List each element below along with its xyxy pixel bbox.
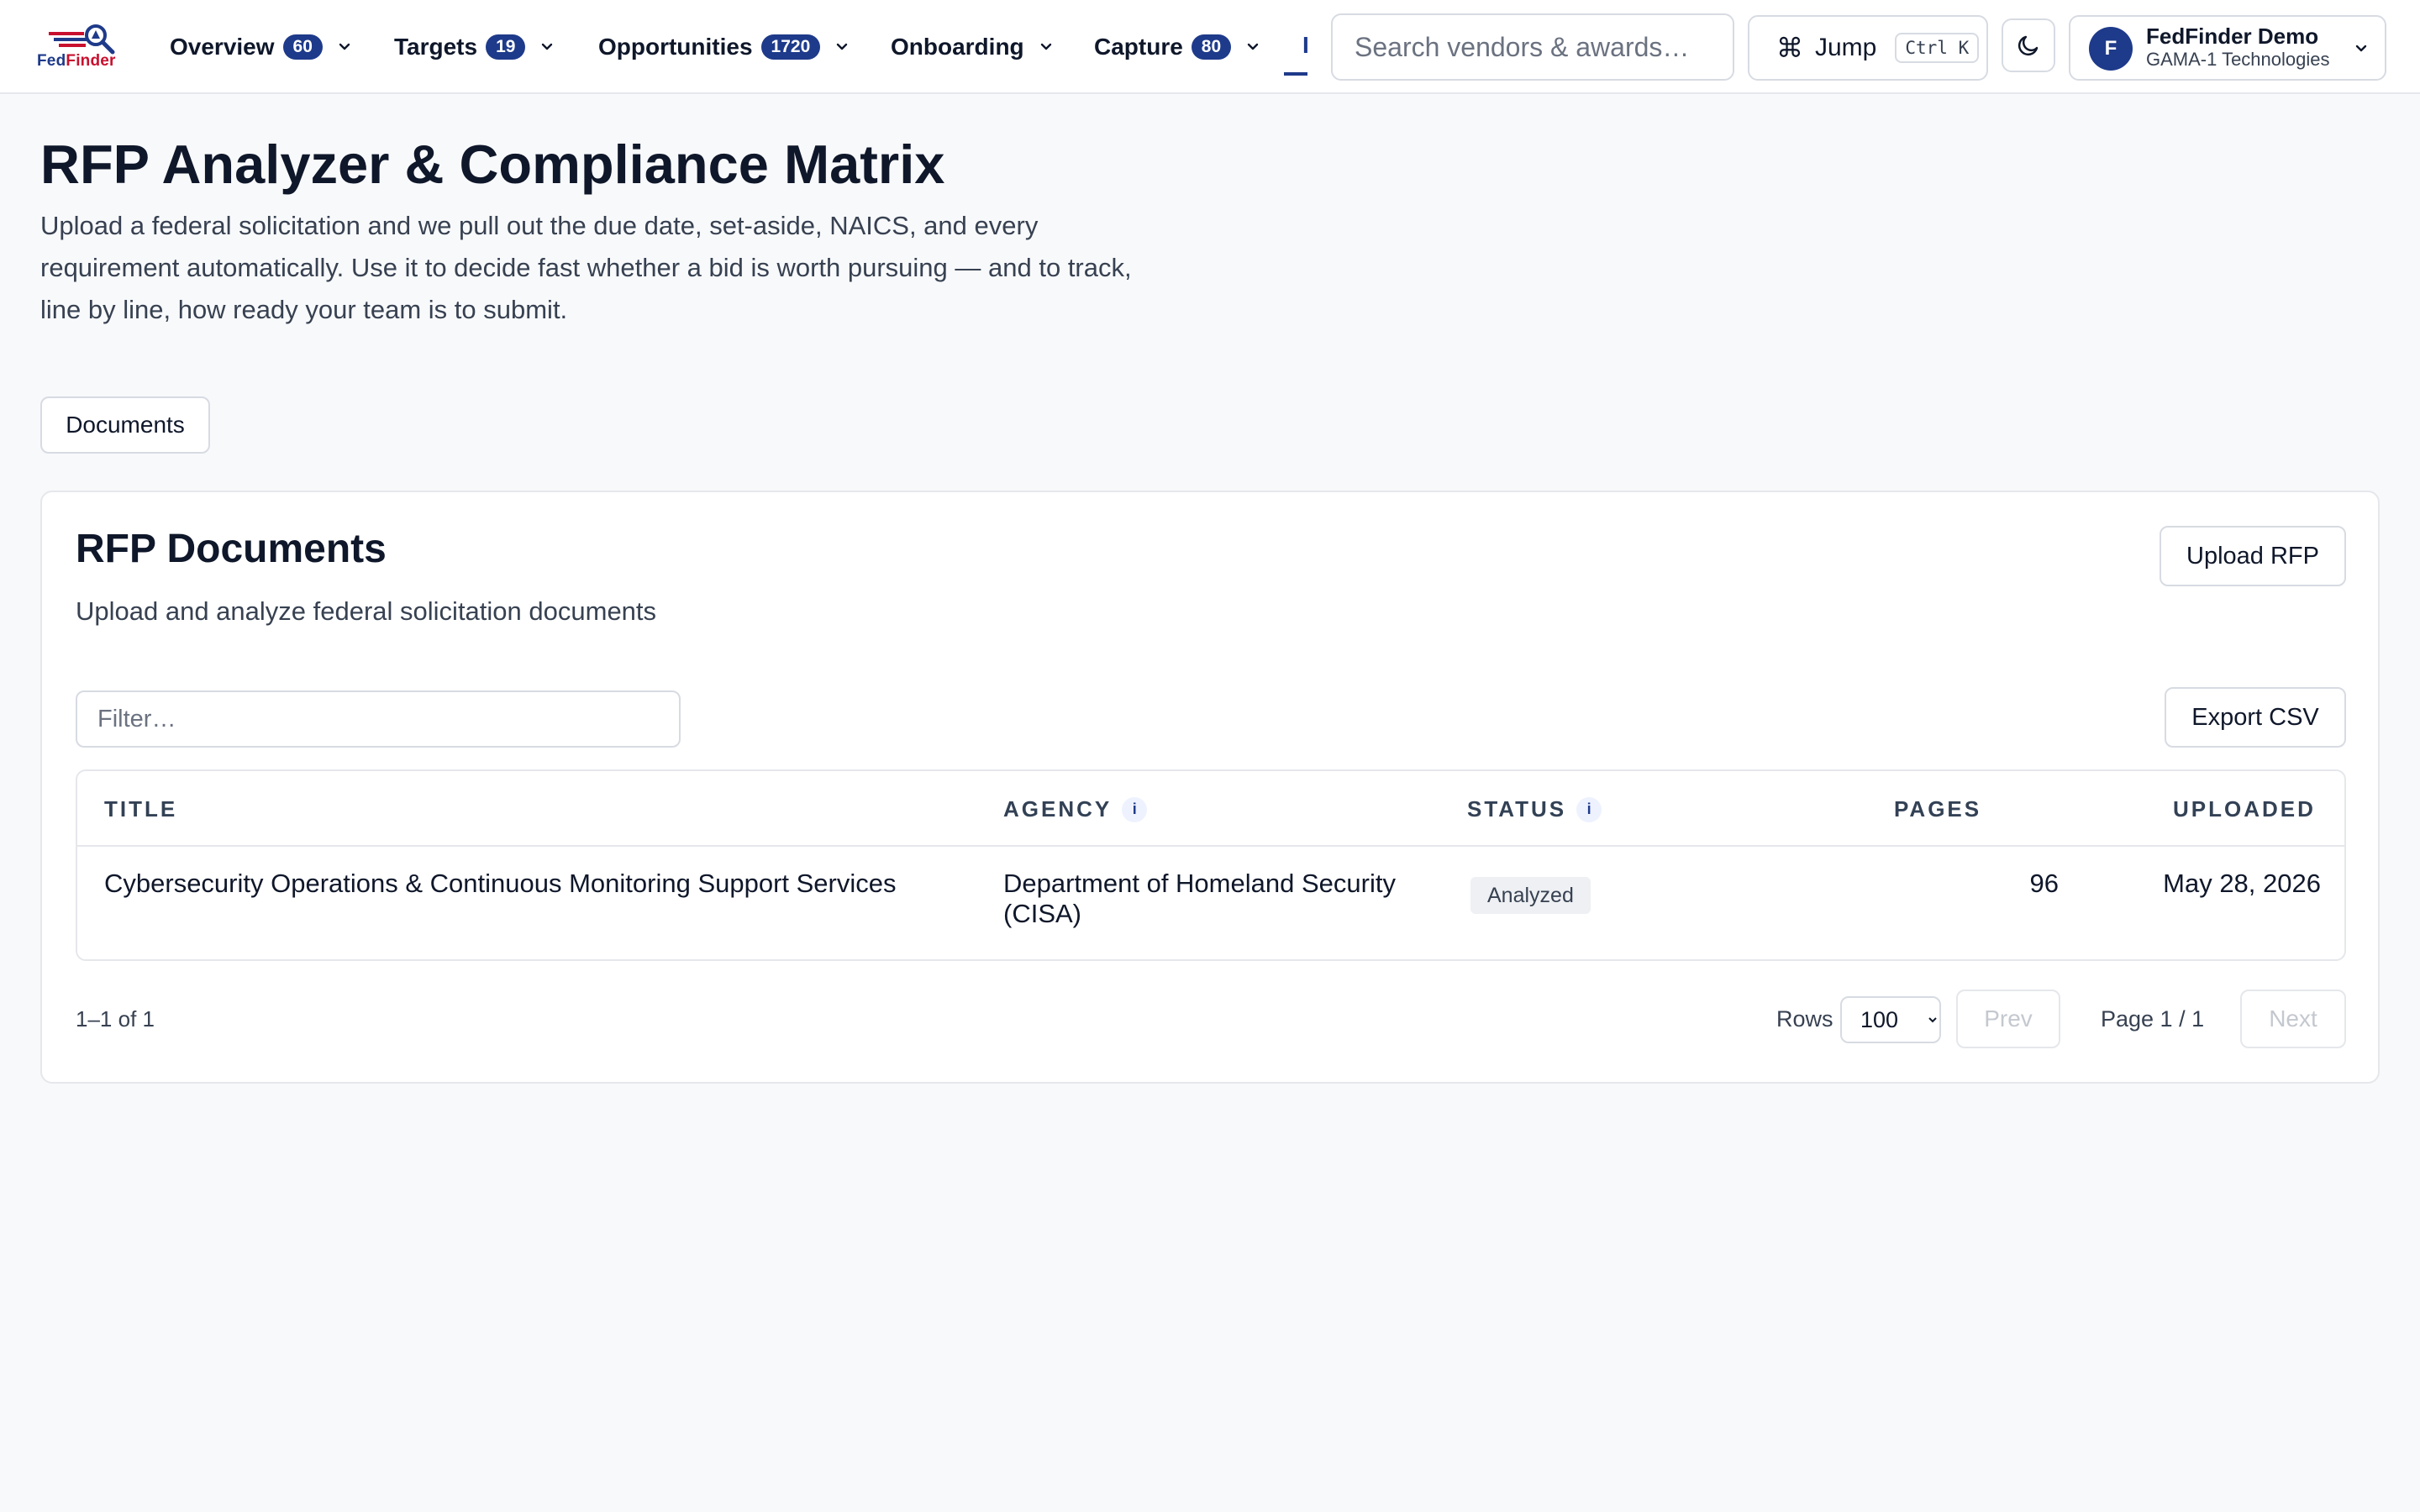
column-header-title[interactable]: TITLE xyxy=(104,796,177,822)
search-input[interactable] xyxy=(1331,13,1734,81)
nav-targets-label: Targets xyxy=(394,34,478,60)
nav-active-truncated[interactable]: I xyxy=(1284,0,1307,94)
info-icon[interactable]: i xyxy=(1122,796,1148,822)
active-tab-underline xyxy=(1284,72,1307,76)
nav-onboarding-label: Onboarding xyxy=(891,34,1024,60)
column-header-agency-label: AGENCY xyxy=(1003,796,1113,822)
column-header-agency[interactable]: AGENCY i xyxy=(1003,796,1148,822)
rows-per-page-select[interactable]: 100 xyxy=(1840,996,1941,1043)
account-name: FedFinder Demo xyxy=(2146,24,2319,49)
filter-input[interactable] xyxy=(76,690,681,748)
moon-icon xyxy=(2018,35,2039,56)
nav-active-truncated-label: I xyxy=(1302,32,1307,58)
column-header-pages-label: PAGES xyxy=(1894,796,1982,822)
account-org: GAMA-1 Technologies xyxy=(2146,49,2330,70)
documents-table: TITLE AGENCY i STATUS i PAGES UPLOADED C… xyxy=(76,769,2346,961)
column-header-status[interactable]: STATUS i xyxy=(1467,796,1602,822)
jump-label: Jump xyxy=(1815,34,1877,61)
table-header: TITLE AGENCY i STATUS i PAGES UPLOADED xyxy=(77,771,2344,847)
chevron-down-icon xyxy=(1040,43,1051,50)
nav-overview-badge: 60 xyxy=(282,34,323,60)
command-icon: ⌘ xyxy=(1776,33,1803,63)
rows-label: Rows xyxy=(1776,1006,1833,1032)
row-title[interactable]: Cybersecurity Operations & Continuous Mo… xyxy=(104,869,978,899)
nav-opportunities[interactable]: Opportunities 1720 xyxy=(598,0,850,94)
nav-onboarding[interactable]: Onboarding xyxy=(891,0,1055,94)
result-count: 1–1 of 1 xyxy=(76,1006,155,1032)
row-pages: 96 xyxy=(2029,869,2059,898)
logo-icon xyxy=(49,24,115,55)
nav-targets[interactable]: Targets 19 xyxy=(394,0,555,94)
avatar: F xyxy=(2089,27,2133,71)
nav-targets-badge: 19 xyxy=(486,34,526,60)
nav-capture-label: Capture xyxy=(1094,34,1183,60)
chevron-down-icon xyxy=(2355,45,2367,52)
nav-opportunities-badge: 1720 xyxy=(760,34,821,60)
page-description: Upload a federal solicitation and we pul… xyxy=(40,211,1132,324)
column-header-status-label: STATUS xyxy=(1467,796,1567,822)
jump-button[interactable]: ⌘ Jump Ctrl K xyxy=(1748,15,1988,81)
chevron-down-icon xyxy=(542,43,553,50)
column-header-uploaded[interactable]: UPLOADED xyxy=(2173,796,2316,822)
nav-capture-badge: 80 xyxy=(1191,34,1232,60)
page-title: RFP Analyzer & Compliance Matrix xyxy=(40,134,945,195)
theme-toggle-button[interactable] xyxy=(2002,18,2055,72)
nav-overview-label: Overview xyxy=(170,34,275,60)
nav-capture[interactable]: Capture 80 xyxy=(1094,0,1261,94)
export-csv-button[interactable]: Export CSV xyxy=(2165,687,2346,748)
chevron-down-icon xyxy=(339,43,350,50)
info-icon[interactable]: i xyxy=(1576,796,1602,822)
logo-wordmark: FedFinder xyxy=(37,52,116,70)
chevron-down-icon xyxy=(1247,43,1259,50)
row-uploaded: May 28, 2026 xyxy=(2163,869,2321,898)
row-agency: Department of Homeland Security (CISA) xyxy=(1003,869,1396,928)
jump-shortcut: Ctrl K xyxy=(1895,33,1980,63)
nav-overview[interactable]: Overview 60 xyxy=(170,0,353,94)
status-badge: Analyzed xyxy=(1470,877,1591,914)
top-nav: FedFinder Overview 60 Targets 19 Opportu… xyxy=(0,0,2420,94)
tab-documents[interactable]: Documents xyxy=(40,396,210,454)
card-title: RFP Documents xyxy=(76,527,387,571)
fedfinder-logo[interactable]: FedFinder xyxy=(37,24,124,71)
column-header-uploaded-label: UPLOADED xyxy=(2173,796,2316,822)
prev-page-button[interactable]: Prev xyxy=(1956,990,2060,1048)
next-page-button[interactable]: Next xyxy=(2240,990,2346,1048)
chevron-down-icon xyxy=(837,43,848,50)
account-menu[interactable]: F FedFinder Demo GAMA-1 Technologies xyxy=(2069,15,2386,81)
page-indicator: Page 1 / 1 xyxy=(2101,1006,2205,1032)
column-header-pages[interactable]: PAGES xyxy=(1894,796,1981,822)
rfp-documents-card: RFP Documents Upload and analyze federal… xyxy=(40,491,2380,1084)
nav-opportunities-label: Opportunities xyxy=(598,34,753,60)
upload-rfp-button[interactable]: Upload RFP xyxy=(2160,526,2346,586)
card-subtitle: Upload and analyze federal solicitation … xyxy=(76,596,657,626)
column-header-title-label: TITLE xyxy=(104,796,178,822)
